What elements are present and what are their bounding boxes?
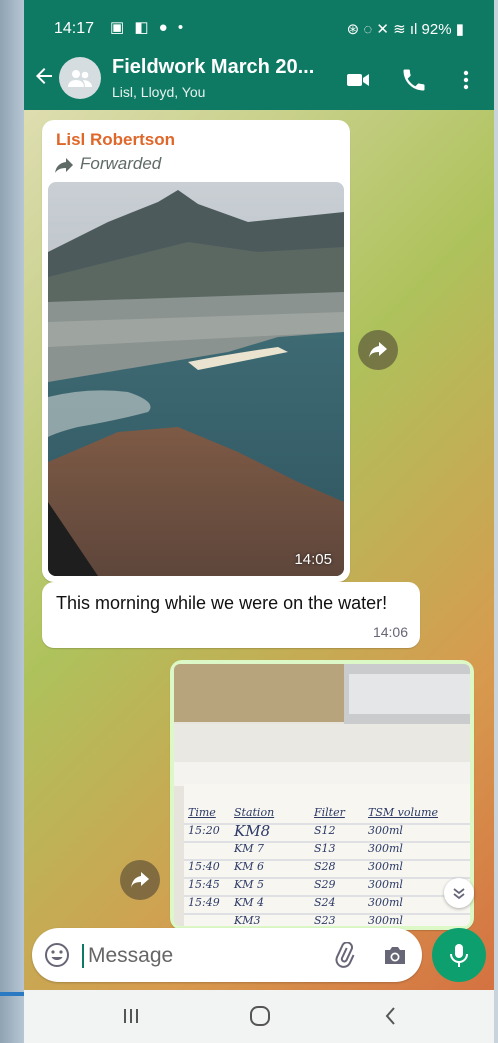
- mic-icon: [450, 944, 468, 967]
- forwarded-text: Forwarded: [80, 154, 162, 173]
- message-input[interactable]: [86, 938, 320, 974]
- handwritten-cell: 15:20: [188, 824, 220, 837]
- battery-level: 92%: [421, 21, 452, 38]
- handwritten-table: Time Station Filter TSM volume 15:20 KM8…: [188, 804, 468, 926]
- back-icon[interactable]: [380, 1004, 402, 1033]
- handwritten-row: 15:49 KM 4 S24 300ml: [188, 894, 468, 912]
- status-right: ⊛ ◌ ✕ ≋ ıl 92% ▮: [347, 20, 464, 38]
- video-call-icon[interactable]: [344, 66, 372, 94]
- handwritten-cell: 300ml: [368, 842, 403, 855]
- phone-screen: 14:17 ▣ ◧ ● • ⊛ ◌ ✕ ≋ ıl 92% ▮ Fieldwork…: [24, 0, 494, 1043]
- left-edge: [0, 0, 24, 1043]
- text-cursor: [82, 944, 84, 968]
- home-icon[interactable]: [248, 1004, 272, 1033]
- forward-button[interactable]: [358, 330, 398, 370]
- system-icons: ⊛ ◌ ✕ ≋ ıl: [346, 21, 422, 38]
- handwritten-cell: KM3: [234, 914, 261, 926]
- handwritten-cell: S23: [314, 914, 336, 926]
- message-text: This morning while we were on the water!: [56, 593, 388, 613]
- handwritten-row: 15:20 KM8 S12 300ml: [188, 822, 468, 840]
- handwritten-cell: S29: [314, 878, 336, 891]
- notification-icons: ▣ ◧ ● •: [110, 19, 187, 36]
- mic-button[interactable]: [432, 928, 486, 982]
- message-composer: [32, 928, 422, 982]
- camera-icon[interactable]: [382, 942, 408, 973]
- handwritten-cell: KM8: [234, 822, 271, 840]
- handwritten-cell: 300ml: [368, 860, 403, 873]
- notebook-photo[interactable]: Time Station Filter TSM volume 15:20 KM8…: [174, 664, 470, 926]
- scroll-down-icon[interactable]: [444, 878, 474, 908]
- chat-title[interactable]: Fieldwork March 20...: [112, 56, 314, 79]
- handwritten-header: Station: [234, 806, 275, 819]
- handwritten-cell: 300ml: [368, 824, 403, 837]
- group-avatar-icon[interactable]: [59, 57, 101, 99]
- handwritten-cell: S13: [314, 842, 336, 855]
- message-timestamp: 14:06: [372, 624, 408, 640]
- handwritten-cell: 300ml: [368, 914, 403, 926]
- status-time: 14:17: [54, 20, 95, 37]
- forwarded-label: Forwarded: [54, 154, 161, 174]
- incoming-image-message[interactable]: Lisl Robertson Forwarded 14:05: [42, 120, 350, 582]
- sender-name: Lisl Robertson: [56, 130, 176, 149]
- forward-icon: [55, 157, 73, 173]
- back-arrow-icon[interactable]: [32, 64, 58, 90]
- handwritten-cell: KM 7: [234, 842, 264, 855]
- forward-icon: [131, 872, 149, 888]
- handwritten-cell: S24: [314, 896, 336, 909]
- handwritten-row: KM 7 S13 300ml: [188, 840, 468, 858]
- voice-call-icon[interactable]: [400, 66, 428, 94]
- handwritten-cell: 15:45: [188, 878, 220, 891]
- aerial-photo[interactable]: 14:05: [48, 182, 344, 576]
- forward-button[interactable]: [120, 860, 160, 900]
- emoji-icon[interactable]: [44, 942, 70, 973]
- handwritten-header: TSM volume: [368, 806, 439, 819]
- handwritten-cell: KM 6: [234, 860, 264, 873]
- incoming-text-message[interactable]: This morning while we were on the water!…: [42, 582, 420, 648]
- handwritten-header: Time: [188, 806, 216, 819]
- attach-icon[interactable]: [332, 941, 358, 973]
- more-menu-icon[interactable]: [452, 66, 480, 94]
- outgoing-image-message[interactable]: Time Station Filter TSM volume 15:20 KM8…: [170, 660, 474, 930]
- recent-apps-icon[interactable]: [120, 1004, 142, 1033]
- handwritten-row: 15:45 KM 5 S29 300ml: [188, 876, 468, 894]
- handwritten-cell: S12: [314, 824, 336, 837]
- status-bar: 14:17 ▣ ◧ ● • ⊛ ◌ ✕ ≋ ıl 92% ▮: [24, 0, 494, 50]
- chat-participants[interactable]: Lisl, Lloyd, You: [112, 84, 205, 100]
- system-nav-bar: [24, 990, 494, 1043]
- handwritten-cell: [188, 840, 234, 858]
- forward-icon: [369, 342, 387, 358]
- battery-icon: ▮: [451, 21, 464, 38]
- handwritten-header-row: Time Station Filter TSM volume: [188, 804, 468, 822]
- handwritten-cell: 15:40: [188, 860, 220, 873]
- handwritten-cell: S28: [314, 860, 336, 873]
- image-timestamp: 14:05: [294, 551, 332, 568]
- chat-header: Fieldwork March 20... Lisl, Lloyd, You: [24, 50, 494, 110]
- handwritten-row: 15:40 KM 6 S28 300ml: [188, 858, 468, 876]
- handwritten-cell: KM 5: [234, 878, 264, 891]
- handwritten-cell: [188, 912, 234, 926]
- handwritten-row: KM3 S23 300ml: [188, 912, 468, 926]
- handwritten-cell: 15:49: [188, 896, 220, 909]
- handwritten-cell: KM 4: [234, 896, 264, 909]
- handwritten-header: Filter: [314, 806, 345, 819]
